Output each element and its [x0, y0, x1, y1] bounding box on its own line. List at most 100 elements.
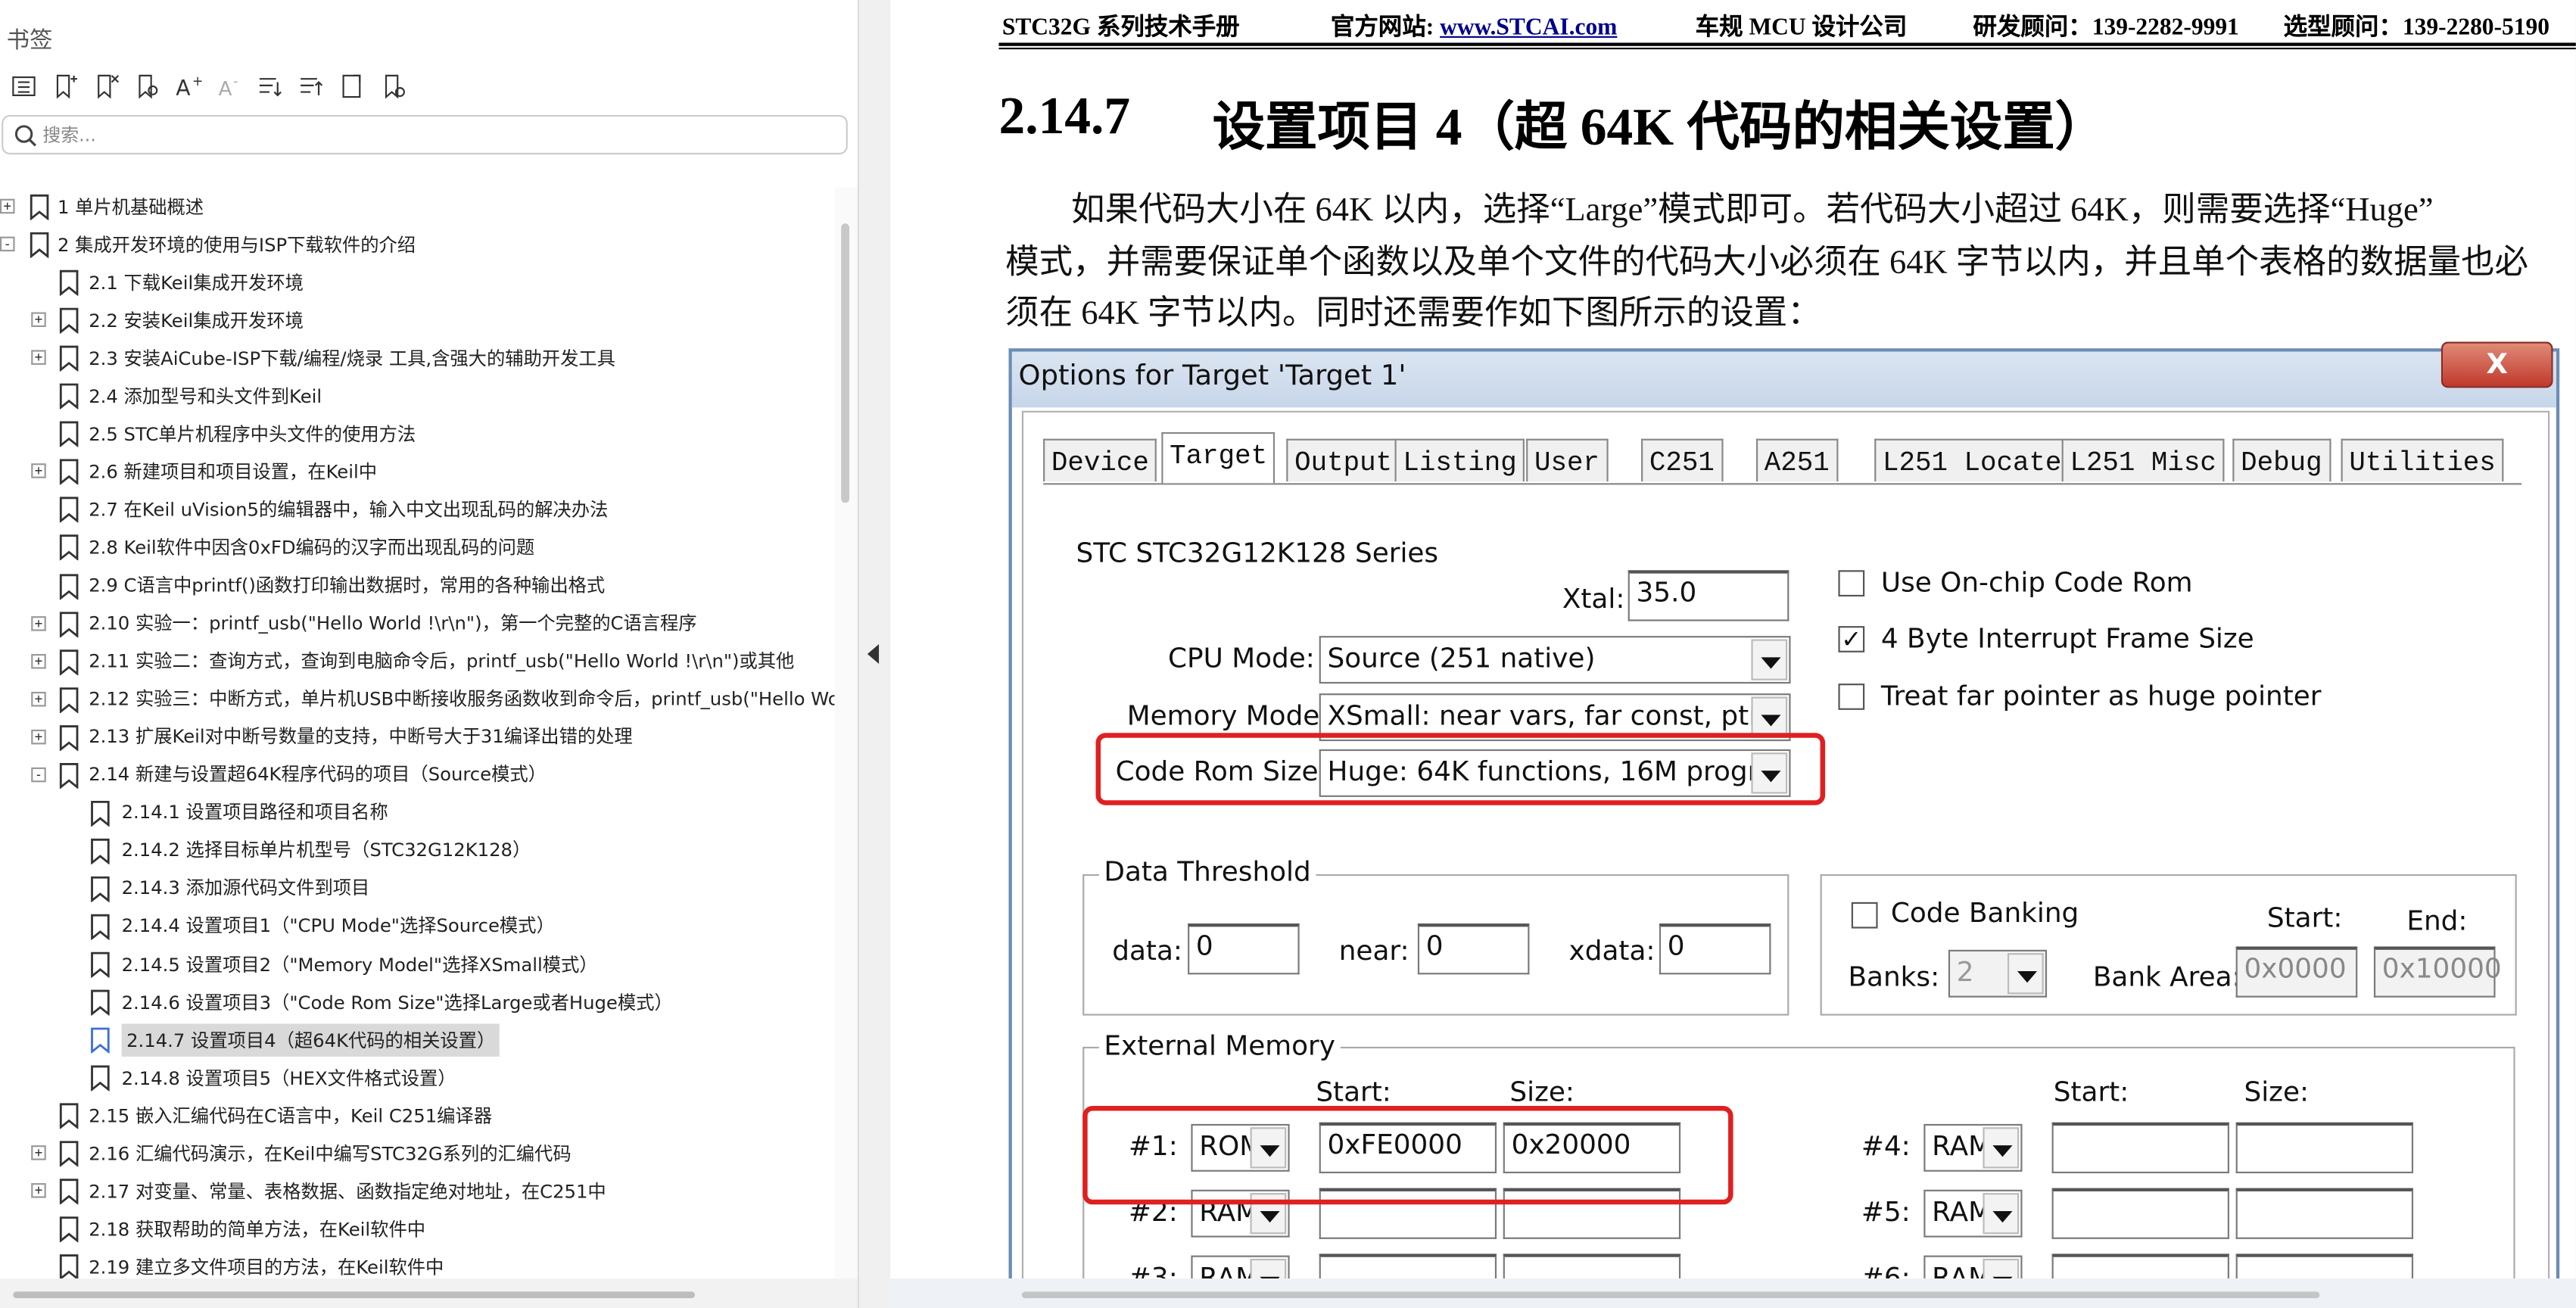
tab-l251-misc[interactable]: L251 Misc — [2061, 438, 2225, 482]
xtal-input[interactable]: 35.0 — [1628, 570, 1789, 621]
collapse-toggle[interactable]: - — [0, 236, 15, 252]
ext-size-input[interactable] — [2235, 1188, 2414, 1239]
bookmark-item[interactable]: +2.3 安装AiCube-ISP下载/编程/烧录 工具,含强大的辅助开发工具 — [0, 339, 821, 377]
scroll-thumb[interactable] — [13, 1291, 695, 1299]
panel-splitter[interactable] — [857, 0, 891, 1308]
bookmark-list-button[interactable] — [3, 69, 44, 101]
bookmark-item[interactable]: 2.14.2 选择目标单片机型号（STC32G12K128） — [0, 831, 821, 869]
collapse-all-button[interactable] — [291, 69, 332, 101]
bookmark-item[interactable]: +2.13 扩展Keil对中断号数量的支持，中断号大于31编译出错的处理 — [0, 718, 821, 755]
bookmark-item[interactable]: 2.8 Keil软件中因含0xFD编码的汉字而出现乱码的问题 — [0, 528, 821, 566]
shrink-font-button[interactable]: A- — [209, 69, 250, 101]
ext-start-input[interactable] — [2051, 1122, 2229, 1174]
bookmark-item[interactable]: +2.16 汇编代码演示，在Keil中编写STC32G系列的汇编代码 — [0, 1134, 821, 1172]
ext-size-input[interactable] — [2235, 1122, 2414, 1174]
expand-toggle[interactable]: + — [31, 691, 46, 706]
banks-select[interactable]: 2 — [1948, 949, 2048, 998]
xdata-threshold-input[interactable]: 0 — [1659, 923, 1771, 975]
tab-utilities[interactable]: Utilities — [2341, 438, 2504, 482]
svg-text:A: A — [219, 77, 232, 100]
bookmark-search-box[interactable] — [2, 114, 848, 155]
bookmark-item[interactable]: +2.12 实验三：中断方式，单片机USB中断接收服务函数收到命令后，print… — [0, 680, 834, 718]
chevron-down-icon[interactable] — [1983, 1127, 2020, 1169]
expand-toggle[interactable]: + — [31, 463, 46, 479]
bookmark-item[interactable]: +1 单片机基础概述 — [0, 187, 821, 225]
bookmark-item[interactable]: 2.5 STC单片机程序中头文件的使用方法 — [0, 415, 821, 453]
tab-output[interactable]: Output — [1286, 438, 1400, 482]
near-threshold-input[interactable]: 0 — [1417, 923, 1530, 975]
expand-all-button[interactable] — [250, 69, 291, 101]
bookmark-item[interactable]: 2.7 在Keil uVision5的编辑器中，输入中文出现乱码的解决办法 — [0, 490, 821, 528]
scroll-thumb[interactable] — [841, 223, 849, 503]
bookmark-item[interactable]: 2.15 嵌入汇编代码在C语言中，Keil C251编译器 — [0, 1096, 821, 1134]
bookmark-item[interactable]: 2.14.1 设置项目路径和项目名称 — [0, 793, 821, 831]
ext-type-select[interactable]: RAM — [1923, 1189, 2023, 1238]
ext-start-input[interactable] — [2051, 1188, 2229, 1239]
tab-debug[interactable]: Debug — [2232, 438, 2331, 482]
document-horizontal-scrollbar[interactable] — [890, 1278, 2576, 1308]
bookmark-item[interactable]: - 2 集成开发环境的使用与ISP下载软件的介绍 — [0, 226, 821, 263]
bookmark-vertical-scrollbar[interactable] — [834, 187, 858, 1278]
far-pointer-checkbox[interactable] — [1838, 684, 1865, 710]
chevron-down-icon[interactable] — [2007, 953, 2044, 995]
bookmark-item[interactable]: 2.4 添加型号和头文件到Keil — [0, 377, 821, 415]
tab-c251[interactable]: C251 — [1641, 438, 1723, 482]
bookmark-settings-button[interactable] — [373, 69, 414, 101]
code-banking-checkbox[interactable] — [1851, 902, 1878, 929]
bank-end-input[interactable]: 0x10000 — [2373, 946, 2502, 998]
dialog-close-button[interactable]: X — [2441, 341, 2553, 388]
expand-toggle[interactable]: + — [31, 1183, 46, 1199]
bookmark-item[interactable]: 2.9 C语言中printf()函数打印输出数据时，常用的各种输出格式 — [0, 566, 821, 604]
bookmark-item[interactable]: +2.6 新建项目和项目设置，在Keil中 — [0, 453, 821, 490]
bookmark-item[interactable]: 2.14.4 设置项目1（"CPU Mode"选择Source模式） — [0, 907, 821, 945]
tab-listing[interactable]: Listing — [1394, 438, 1525, 482]
bookmark-item[interactable]: 2.19 建立多文件项目的方法，在Keil软件中 — [0, 1248, 821, 1278]
cpu-mode-select[interactable]: Source (251 native) — [1319, 636, 1791, 684]
expand-toggle[interactable]: + — [31, 653, 46, 668]
enlarge-font-button[interactable]: A+ — [167, 69, 208, 101]
bank-start-input[interactable]: 0x0000 — [2235, 946, 2358, 998]
chevron-down-icon[interactable] — [1751, 639, 1788, 680]
bookmark-page-button[interactable] — [332, 69, 372, 101]
expand-toggle[interactable]: + — [0, 198, 15, 214]
find-bookmark-icon — [139, 73, 158, 98]
bookmark-item[interactable]: - 2.14 新建与设置超64K程序代码的项目（Source模式） — [0, 755, 821, 793]
collapse-toggle[interactable]: - — [31, 767, 46, 782]
expand-toggle[interactable]: + — [31, 615, 46, 631]
tab-device[interactable]: Device — [1043, 438, 1157, 482]
bookmark-item[interactable]: +2.2 安装Keil集成开发环境 — [0, 301, 821, 339]
bookmark-item[interactable]: +2.10 实验一：printf_usb("Hello World !\r\n"… — [0, 604, 821, 642]
bookmark-item[interactable]: 2.18 获取帮助的简单方法，在Keil软件中 — [0, 1210, 821, 1248]
interrupt-frame-checkbox[interactable]: ✓ — [1838, 626, 1865, 652]
chevron-down-icon[interactable] — [1983, 1193, 2020, 1235]
bookmark-label: 2.2 安装Keil集成开发环境 — [89, 310, 304, 332]
bookmark-item[interactable]: +2.17 对变量、常量、表格数据、函数指定绝对地址，在C251中 — [0, 1172, 821, 1210]
delete-bookmark-button[interactable] — [86, 69, 126, 101]
data-threshold-input[interactable]: 0 — [1188, 923, 1300, 975]
tab-l251-locate[interactable]: L251 Locate — [1874, 438, 2070, 482]
chevron-down-icon[interactable] — [1751, 696, 1788, 738]
scroll-thumb[interactable] — [1021, 1291, 2320, 1299]
collapse-panel-icon[interactable] — [867, 643, 880, 665]
expand-toggle[interactable]: + — [31, 729, 46, 744]
bookmark-item[interactable]: 2.14.3 添加源代码文件到项目 — [0, 869, 821, 907]
bookmark-item[interactable]: 2.14.6 设置项目3（"Code Rom Size"选择Large或者Hug… — [0, 983, 821, 1020]
tab-target[interactable]: Target — [1161, 431, 1276, 484]
header-site-link[interactable]: www.STCAI.com — [1440, 15, 1617, 42]
bookmark-item[interactable]: 2.14.5 设置项目2（"Memory Model"选择XSmall模式） — [0, 945, 821, 983]
bookmark-horizontal-scrollbar[interactable] — [0, 1278, 858, 1308]
bookmark-item[interactable]: 2.14.8 设置项目5（HEX文件格式设置） — [0, 1058, 821, 1096]
bookmark-item[interactable]: 2.1 下载Keil集成开发环境 — [0, 263, 821, 301]
expand-toggle[interactable]: + — [31, 350, 46, 366]
expand-toggle[interactable]: + — [31, 312, 46, 328]
bookmark-item[interactable]: +2.11 实验二：查询方式，查询到电脑命令后，printf_usb("Hell… — [0, 642, 821, 680]
tab-user[interactable]: User — [1526, 438, 1608, 482]
ext-type-select[interactable]: RAM — [1923, 1123, 2023, 1172]
find-bookmark-button[interactable] — [126, 69, 167, 101]
expand-toggle[interactable]: + — [31, 1145, 46, 1161]
add-bookmark-button[interactable] — [45, 69, 86, 101]
bookmark-search-input[interactable] — [42, 121, 832, 150]
bookmark-item[interactable]: 2.14.7 设置项目4（超64K代码的相关设置） — [0, 1020, 821, 1058]
use-onchip-rom-checkbox[interactable] — [1838, 570, 1865, 597]
tab-a251[interactable]: A251 — [1755, 438, 1838, 482]
